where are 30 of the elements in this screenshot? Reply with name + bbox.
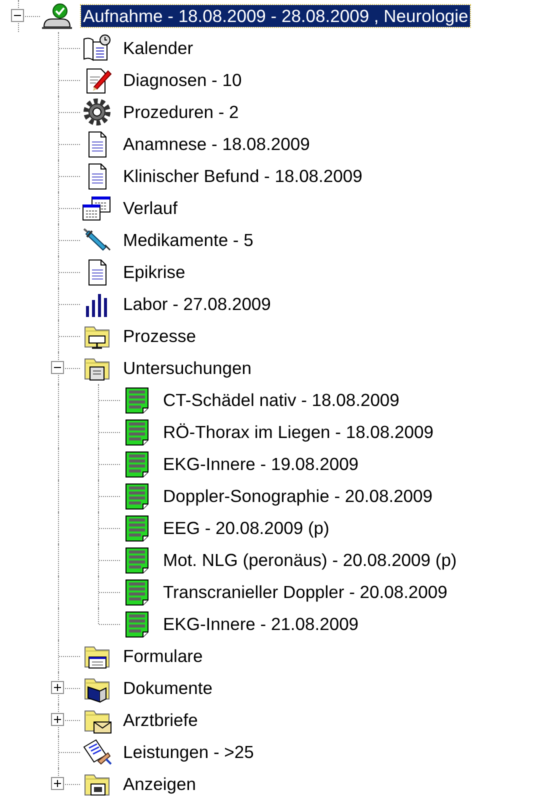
expand-toggle[interactable] xyxy=(51,713,64,726)
tree-item[interactable]: Labor - 27.08.2009 xyxy=(121,293,273,315)
expand-toggle[interactable] xyxy=(51,681,64,694)
tree-item[interactable]: EKG-Innere - 21.08.2009 xyxy=(161,613,361,635)
tree-item[interactable]: Dokumente xyxy=(121,677,214,699)
tree-item[interactable]: Epikrise xyxy=(121,261,188,283)
tree-item[interactable]: EEG - 20.08.2009 (p) xyxy=(161,517,332,539)
tree-item[interactable]: Arztbriefe xyxy=(121,709,200,731)
tree-item[interactable]: Anamnese - 18.08.2009 xyxy=(121,133,312,155)
tree-item[interactable]: Klinischer Befund - 18.08.2009 xyxy=(121,165,364,187)
collapse-toggle[interactable] xyxy=(11,9,24,22)
tree-item[interactable]: RÖ-Thorax im Liegen - 18.08.2009 xyxy=(161,421,436,443)
tree-item[interactable]: Doppler-Sonographie - 20.08.2009 xyxy=(161,485,434,507)
tree-item[interactable]: Mot. NLG (peronäus) - 20.08.2009 (p) xyxy=(161,549,459,571)
tree-item[interactable]: Formulare xyxy=(121,645,205,667)
tree-item[interactable]: EKG-Innere - 19.08.2009 xyxy=(161,453,361,475)
tree-item[interactable]: CT-Schädel nativ - 18.08.2009 xyxy=(161,389,402,411)
tree-item[interactable]: Leistungen - >25 xyxy=(121,741,256,763)
expand-toggle[interactable] xyxy=(51,777,64,790)
tree-item[interactable]: Untersuchungen xyxy=(121,357,254,379)
tree-item[interactable]: Kalender xyxy=(121,37,196,59)
collapse-toggle[interactable] xyxy=(51,361,64,374)
tree-item[interactable]: Prozesse xyxy=(121,325,198,347)
tree-item[interactable]: Diagnosen - 10 xyxy=(121,69,244,91)
tree-item[interactable]: Transcranieller Doppler - 20.08.2009 xyxy=(161,581,450,603)
tree-item[interactable]: Aufnahme - 18.08.2009 - 28.08.2009 , Neurologie xyxy=(81,5,470,27)
tree-item[interactable]: Medikamente - 5 xyxy=(121,229,256,251)
tree-item[interactable]: Prozeduren - 2 xyxy=(121,101,241,123)
tree-item[interactable]: Anzeigen xyxy=(121,773,198,795)
tree-item[interactable]: Verlauf xyxy=(121,197,180,219)
